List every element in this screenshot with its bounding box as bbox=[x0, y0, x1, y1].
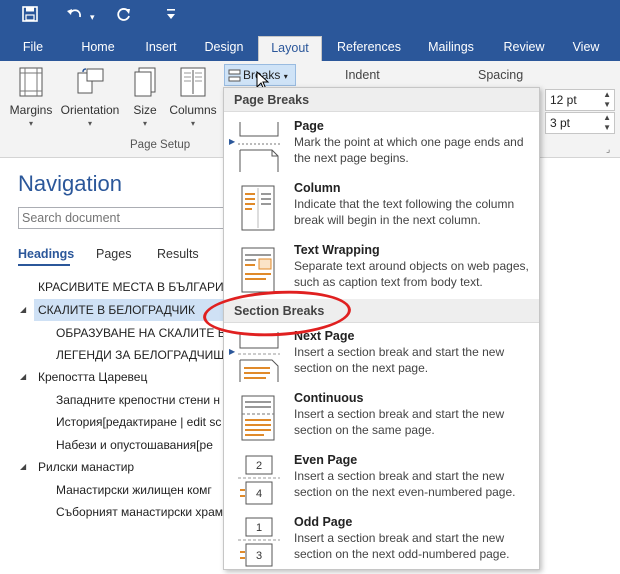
tab-mailings[interactable]: Mailings bbox=[420, 36, 482, 61]
spacing-after-value: 3 pt bbox=[550, 116, 571, 130]
size-label: Size bbox=[133, 103, 157, 117]
continuous-title: Continuous bbox=[294, 391, 364, 405]
heading-item[interactable]: Съборният манастирски храм bbox=[56, 505, 223, 519]
orientation-label: Orientation bbox=[60, 103, 120, 117]
svg-text:2: 2 bbox=[256, 460, 262, 472]
menu-item-page-break[interactable]: ▶ Page Mark the point at which one page … bbox=[224, 114, 539, 176]
chevron-down-icon: ▾ bbox=[142, 119, 147, 128]
pointer-arrow-icon: ▶ bbox=[229, 137, 236, 146]
heading-item[interactable]: Крепостта Царевец bbox=[38, 370, 147, 384]
text-wrapping-desc: Separate text around objects on web page… bbox=[294, 259, 529, 289]
heading-item[interactable]: История[редактиране | edit sc bbox=[56, 415, 221, 429]
odd-page-icon: 13 bbox=[238, 517, 280, 567]
column-break-title: Column bbox=[294, 181, 341, 195]
heading-item[interactable]: ОБРАЗУВАНЕ НА СКАЛИТЕ В bbox=[56, 326, 226, 340]
dialog-launcher-icon[interactable]: ⌟ bbox=[606, 144, 610, 155]
chevron-down-icon: ▾ bbox=[283, 72, 288, 81]
columns-icon bbox=[180, 67, 206, 97]
continuous-desc: Insert a section break and start the new… bbox=[294, 407, 505, 437]
heading-item[interactable]: Западните крепостни стени н bbox=[56, 393, 220, 407]
chevron-down-icon: ▾ bbox=[87, 119, 92, 128]
spin-arrows-icon[interactable]: ▲ ▼ bbox=[603, 90, 611, 110]
chevron-down-icon: ▾ bbox=[190, 119, 195, 128]
page-break-title: Page bbox=[294, 119, 324, 133]
tab-file[interactable]: File bbox=[14, 36, 52, 61]
undo-dropdown-icon[interactable]: ▾ bbox=[90, 6, 95, 28]
page-breaks-header: Page Breaks bbox=[224, 88, 539, 112]
menu-item-odd-page[interactable]: 13 Odd Page Insert a section break and s… bbox=[224, 510, 539, 572]
collapse-triangle-icon[interactable]: ◢ bbox=[20, 462, 26, 471]
margins-button[interactable]: Margins ▾ bbox=[8, 67, 54, 128]
chevron-down-icon: ▾ bbox=[28, 119, 33, 128]
tab-insert[interactable]: Insert bbox=[138, 36, 184, 61]
heading-item[interactable]: Манастирски жилищен комг bbox=[56, 483, 212, 497]
continuous-icon bbox=[241, 395, 275, 441]
svg-text:4: 4 bbox=[256, 488, 262, 500]
active-tab-underline bbox=[18, 264, 70, 266]
navigation-title: Navigation bbox=[18, 171, 122, 196]
nav-tab-results[interactable]: Results bbox=[157, 247, 199, 261]
collapse-triangle-icon[interactable]: ◢ bbox=[20, 305, 26, 314]
tab-view[interactable]: View bbox=[566, 36, 606, 61]
ribbon-tabs: File Home Insert Design Layout Reference… bbox=[0, 36, 620, 61]
next-page-desc: Insert a section break and start the new… bbox=[294, 345, 505, 375]
orientation-button[interactable]: Orientation ▾ bbox=[58, 67, 122, 128]
spacing-after-input[interactable]: 3 pt ▲ ▼ bbox=[545, 112, 615, 134]
undo-icon[interactable] bbox=[66, 6, 84, 28]
spin-arrows-icon[interactable]: ▲ ▼ bbox=[603, 113, 611, 133]
heading-item[interactable]: Рилски манастир bbox=[38, 460, 134, 474]
text-wrapping-title: Text Wrapping bbox=[294, 243, 380, 257]
text-wrapping-icon bbox=[241, 247, 275, 293]
nav-tab-headings[interactable]: Headings bbox=[18, 247, 74, 261]
save-icon[interactable] bbox=[22, 6, 38, 28]
odd-page-title: Odd Page bbox=[294, 515, 353, 529]
even-page-desc: Insert a section break and start the new… bbox=[294, 469, 516, 499]
indent-label: Indent bbox=[345, 68, 380, 82]
breaks-icon bbox=[228, 69, 241, 82]
page-break-icon bbox=[238, 122, 280, 172]
columns-label: Columns bbox=[169, 103, 217, 117]
menu-item-column-break[interactable]: Column Indicate that the text following … bbox=[224, 176, 539, 238]
menu-item-continuous[interactable]: Continuous Insert a section break and st… bbox=[224, 386, 539, 448]
column-break-icon bbox=[241, 185, 275, 231]
title-bar: ▾ bbox=[0, 0, 620, 36]
spacing-before-input[interactable]: 12 pt ▲ ▼ bbox=[545, 89, 615, 111]
margins-label: Margins bbox=[9, 103, 53, 117]
column-break-desc: Indicate that the text following the col… bbox=[294, 197, 515, 227]
heading-item[interactable]: СКАЛИТЕ В БЕЛОГРАДЧИК bbox=[38, 303, 195, 317]
spacing-label: Spacing bbox=[478, 68, 524, 82]
heading-item[interactable]: Набези и опустошавания[ре bbox=[56, 438, 213, 452]
pointer-arrow-icon: ▶ bbox=[229, 347, 236, 356]
menu-item-even-page[interactable]: 24 Even Page Insert a section break and … bbox=[224, 448, 539, 510]
margins-icon bbox=[19, 67, 43, 97]
tab-review[interactable]: Review bbox=[498, 36, 550, 61]
columns-button[interactable]: Columns ▾ bbox=[168, 67, 218, 128]
size-icon bbox=[134, 67, 156, 97]
tab-home[interactable]: Home bbox=[74, 36, 122, 61]
page-break-desc: Mark the point at which one page ends an… bbox=[294, 135, 524, 165]
customize-qat-icon[interactable] bbox=[166, 6, 176, 28]
collapse-triangle-icon[interactable]: ◢ bbox=[20, 372, 26, 381]
orientation-icon bbox=[77, 68, 104, 94]
tab-references[interactable]: References bbox=[332, 36, 406, 61]
svg-text:1: 1 bbox=[256, 522, 262, 534]
nav-tab-pages[interactable]: Pages bbox=[96, 247, 131, 261]
redo-icon[interactable] bbox=[116, 6, 132, 28]
odd-page-desc: Insert a section break and start the new… bbox=[294, 531, 510, 561]
size-button[interactable]: Size ▾ bbox=[130, 67, 160, 128]
heading-item[interactable]: КРАСИВИТЕ МЕСТА В БЪЛГАРИ bbox=[38, 280, 224, 294]
svg-text:3: 3 bbox=[256, 550, 262, 562]
search-document-input[interactable] bbox=[18, 207, 228, 229]
tab-design[interactable]: Design bbox=[198, 36, 250, 61]
page-setup-group-label: Page Setup bbox=[130, 139, 191, 151]
next-page-icon bbox=[238, 332, 280, 382]
even-page-icon: 24 bbox=[238, 455, 280, 505]
tab-layout[interactable]: Layout bbox=[258, 36, 322, 61]
even-page-title: Even Page bbox=[294, 453, 358, 467]
spacing-before-value: 12 pt bbox=[550, 93, 577, 107]
heading-item[interactable]: ЛЕГЕНДИ ЗА БЕЛОГРАДЧИШ bbox=[56, 348, 224, 362]
